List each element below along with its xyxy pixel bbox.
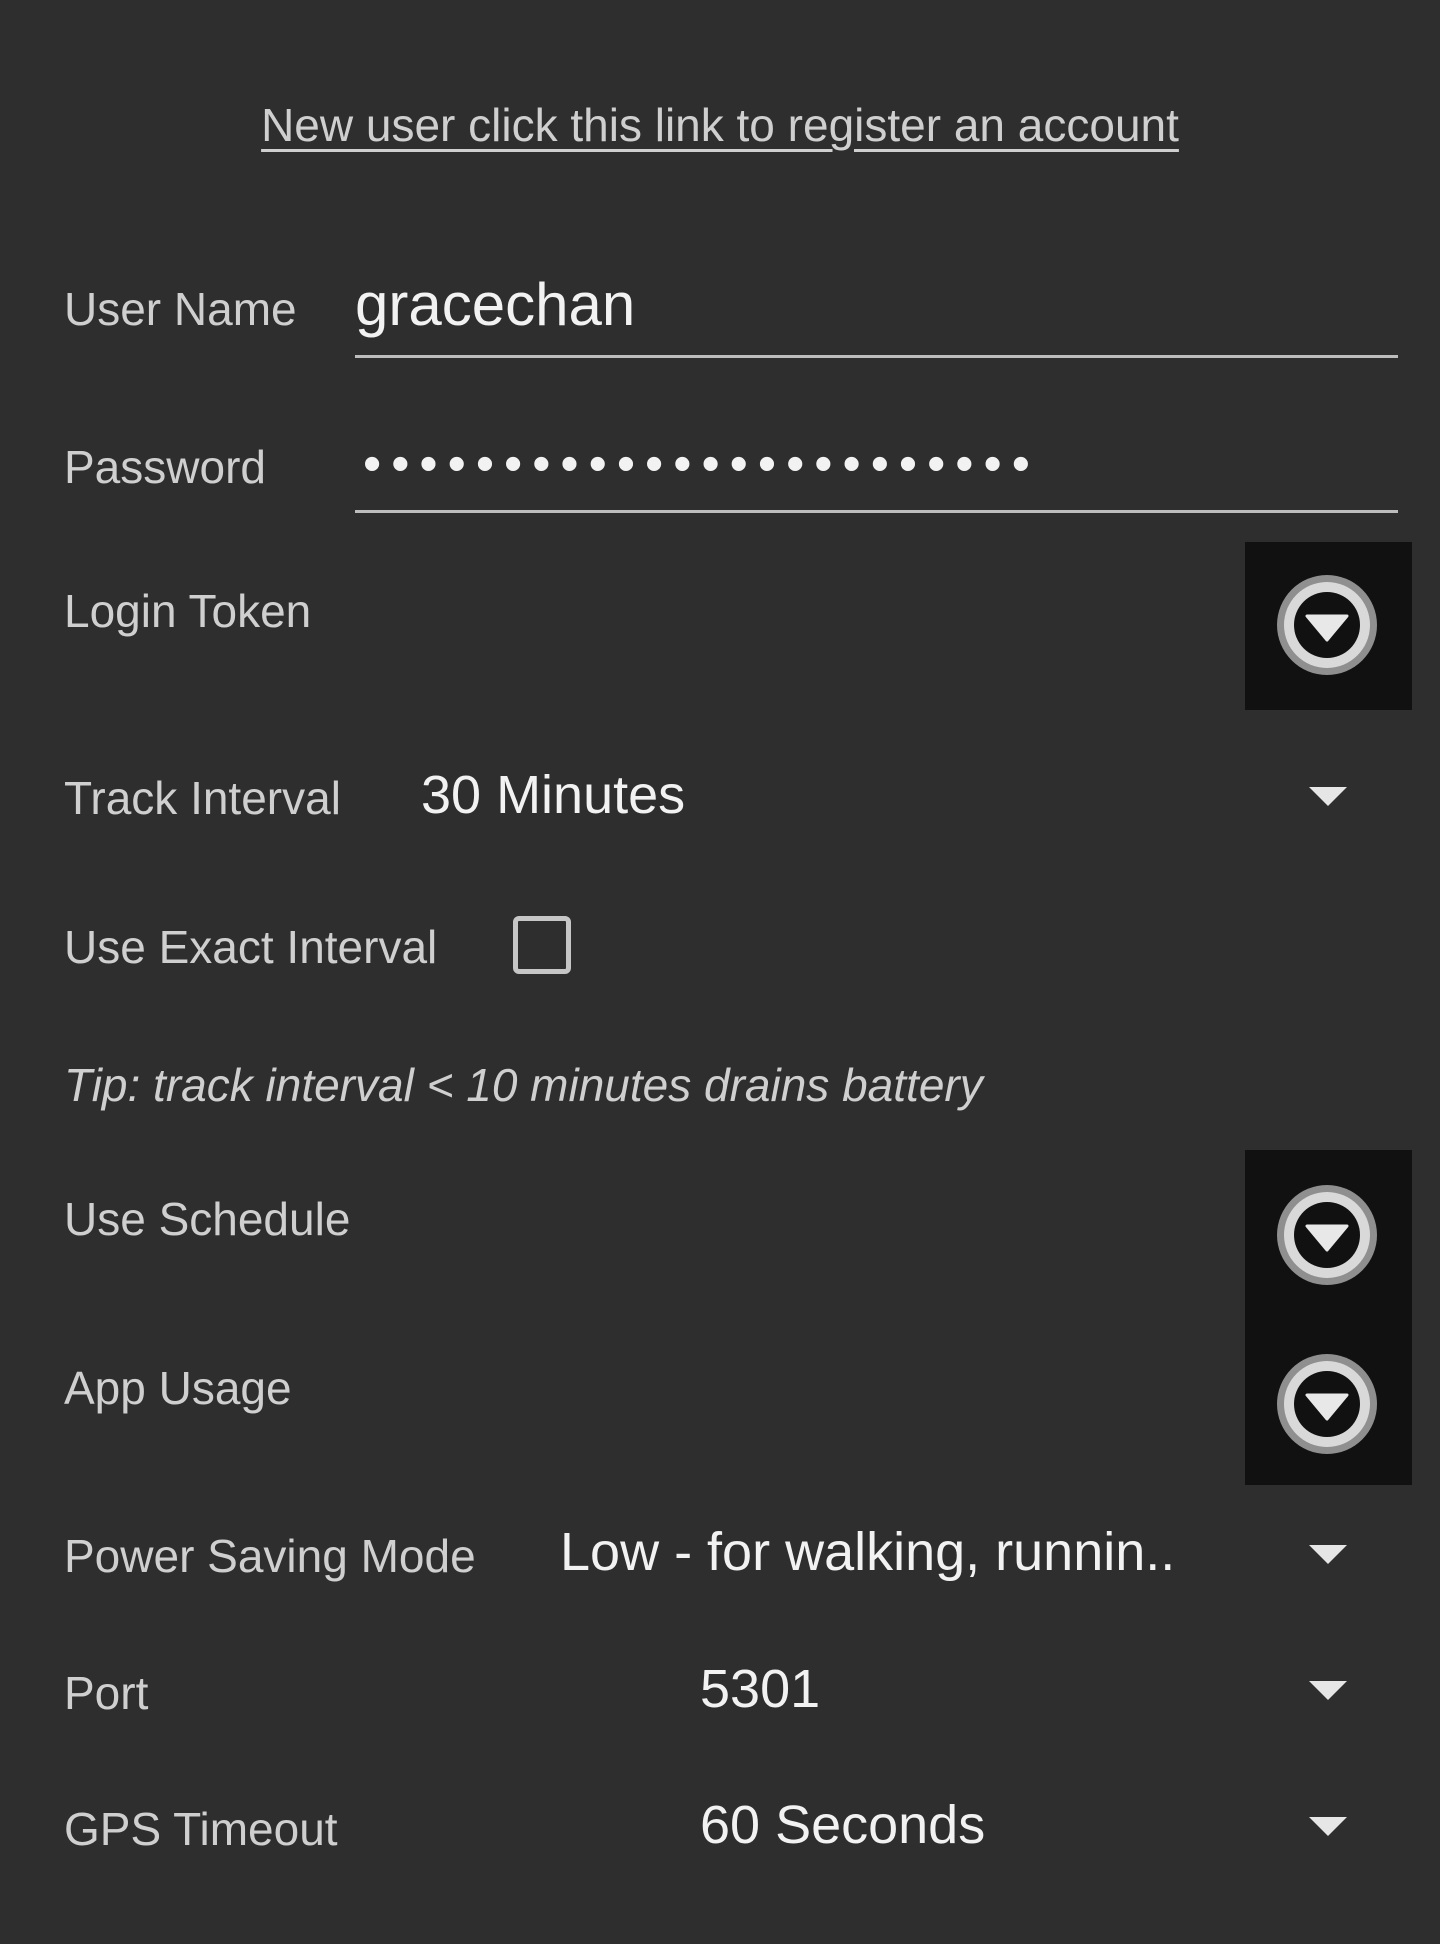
- password-input[interactable]: ••••••••••••••••••••••••: [355, 430, 1398, 513]
- gps-timeout-label: GPS Timeout: [64, 1803, 338, 1855]
- settings-page: New user click this link to register an …: [0, 0, 1440, 1944]
- login-token-expand-icon[interactable]: [1272, 570, 1382, 680]
- tip-text: Tip: track interval < 10 minutes drains …: [64, 1059, 983, 1111]
- port-label: Port: [64, 1667, 149, 1719]
- use-schedule-expand-icon[interactable]: [1272, 1180, 1382, 1290]
- gps-timeout-dropdown-icon[interactable]: [1309, 1817, 1347, 1836]
- app-usage-label: App Usage: [64, 1362, 292, 1414]
- register-account-link[interactable]: New user click this link to register an …: [0, 98, 1440, 152]
- username-input[interactable]: gracechan: [355, 270, 1398, 358]
- track-interval-label: Track Interval: [64, 772, 341, 824]
- app-usage-expand-icon[interactable]: [1272, 1349, 1382, 1459]
- username-value: gracechan: [355, 271, 636, 338]
- login-token-label: Login Token: [64, 585, 312, 637]
- use-exact-interval-label: Use Exact Interval: [64, 921, 438, 973]
- use-exact-interval-checkbox[interactable]: [513, 916, 571, 974]
- gps-timeout-value[interactable]: 60 Seconds: [700, 1794, 985, 1856]
- port-value[interactable]: 5301: [700, 1658, 820, 1720]
- track-interval-dropdown-icon[interactable]: [1309, 787, 1347, 806]
- username-label: User Name: [64, 283, 297, 335]
- power-saving-mode-label: Power Saving Mode: [64, 1530, 476, 1582]
- power-saving-mode-value[interactable]: Low - for walking, runnin..: [560, 1521, 1175, 1583]
- track-interval-value[interactable]: 30 Minutes: [421, 764, 685, 826]
- port-dropdown-icon[interactable]: [1309, 1681, 1347, 1700]
- password-label: Password: [64, 441, 266, 493]
- power-saving-mode-dropdown-icon[interactable]: [1309, 1545, 1347, 1564]
- use-schedule-label: Use Schedule: [64, 1193, 351, 1245]
- password-value: ••••••••••••••••••••••••: [363, 435, 1040, 493]
